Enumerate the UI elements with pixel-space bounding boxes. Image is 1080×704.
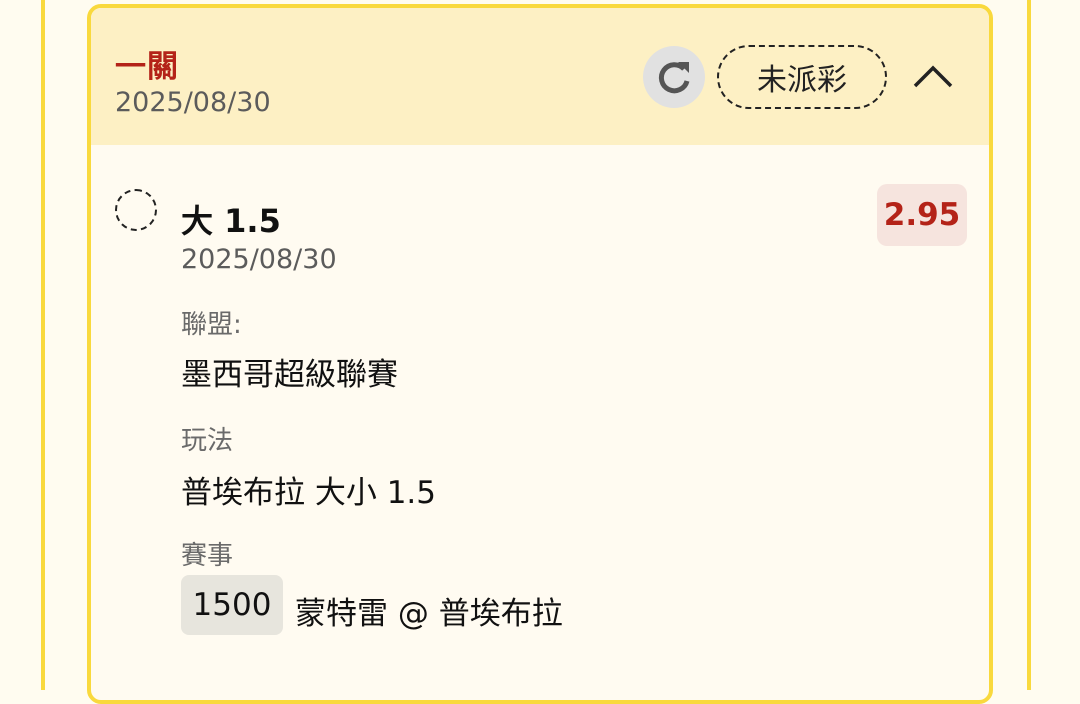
refresh-button[interactable] — [643, 46, 705, 108]
league-label: 聯盟: — [181, 310, 242, 340]
selection-date: 2025/08/30 — [181, 244, 337, 275]
bet-type-label: 一關 — [115, 49, 179, 85]
match-code-badge: 1500 — [181, 575, 283, 635]
bet-date: 2025/08/30 — [115, 87, 271, 118]
league-value: 墨西哥超級聯賽 — [181, 357, 398, 393]
status-badge: 未派彩 — [717, 45, 887, 109]
selection-name: 大 1.5 — [181, 202, 281, 240]
play-label: 玩法 — [181, 426, 234, 456]
refresh-icon — [658, 62, 690, 94]
bet-card: 一關 2025/08/30 未派彩 大 1.5 2025/08/30 2.95 … — [87, 4, 993, 704]
selection-status-icon — [115, 189, 157, 231]
match-teams: 蒙特雷 @ 普埃布拉 — [295, 596, 563, 632]
bet-card-header[interactable]: 一關 2025/08/30 未派彩 — [91, 8, 989, 145]
chevron-up-icon — [913, 65, 953, 88]
odds-badge: 2.95 — [877, 184, 967, 246]
match-label: 賽事 — [181, 541, 234, 571]
collapse-button[interactable] — [909, 53, 957, 101]
play-value: 普埃布拉 大小 1.5 — [181, 475, 437, 511]
